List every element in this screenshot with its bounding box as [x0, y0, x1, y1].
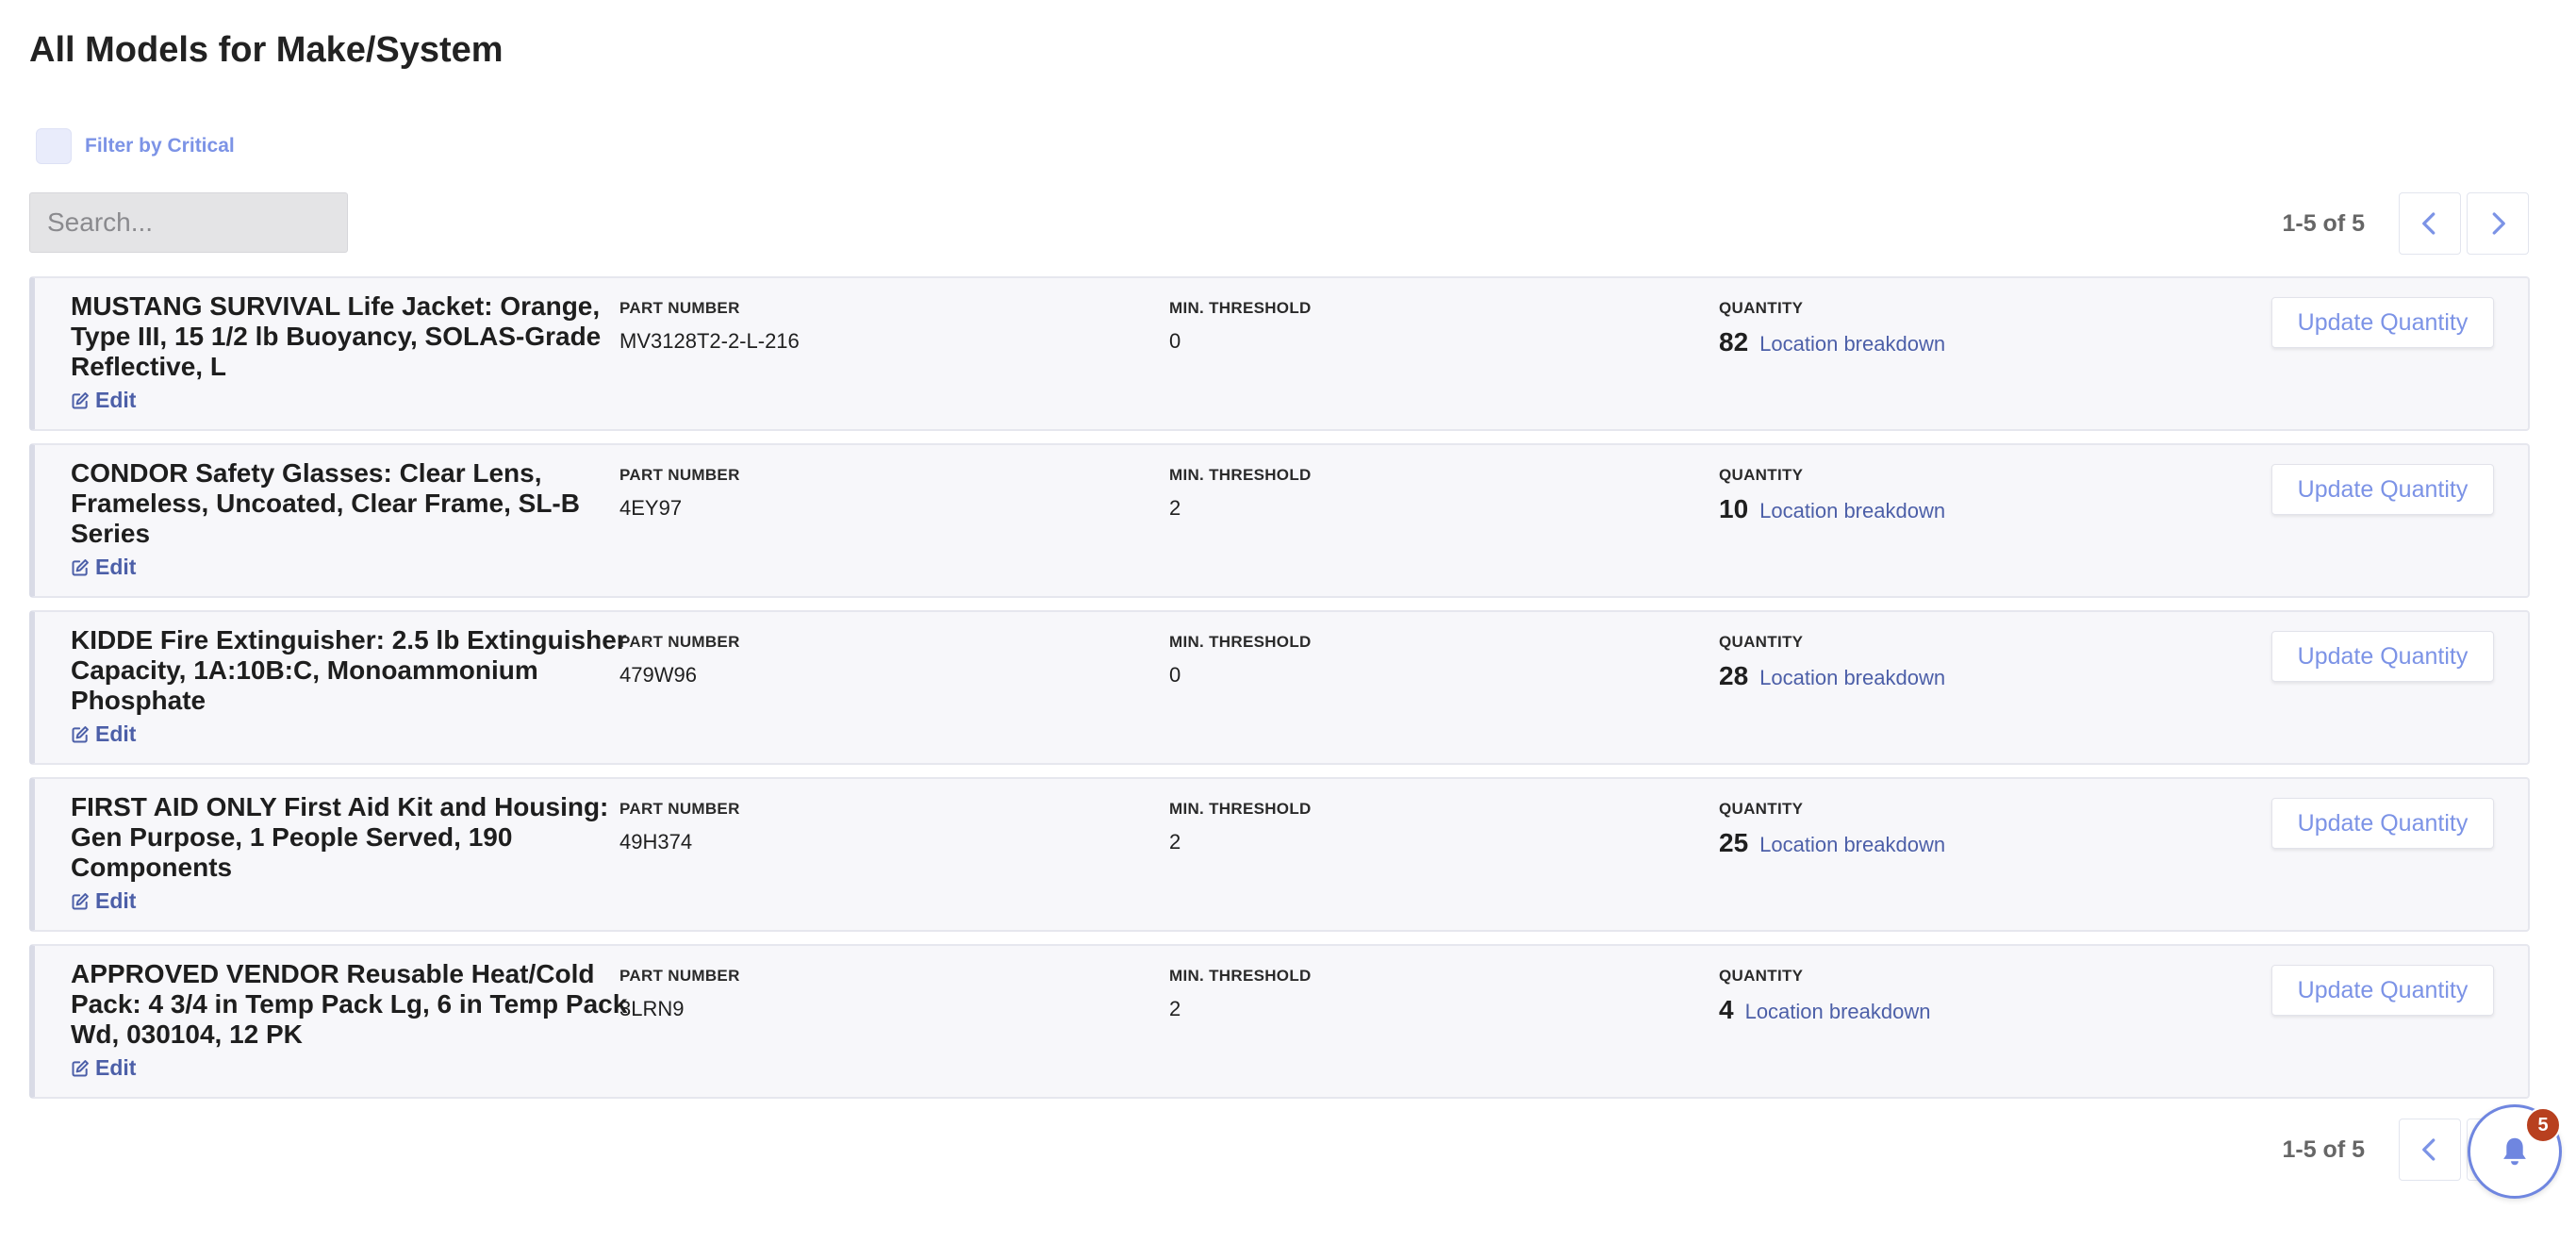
part-number-label: PART NUMBER — [619, 466, 740, 484]
part-number-column: PART NUMBER 3LRN9 — [619, 967, 740, 1021]
filter-critical-label[interactable]: Filter by Critical — [85, 135, 235, 157]
part-number-value: 4EY97 — [619, 496, 683, 520]
part-number-value: MV3128T2-2-L-216 — [619, 329, 800, 353]
min-threshold-column: MIN. THRESHOLD 2 — [1169, 800, 1312, 854]
min-threshold-column: MIN. THRESHOLD 2 — [1169, 967, 1312, 1021]
part-number-column: PART NUMBER 4EY97 — [619, 466, 740, 521]
list-item: CONDOR Safety Glasses: Clear Lens, Frame… — [29, 443, 2530, 598]
pagination-range: 1-5 of 5 — [2282, 209, 2365, 237]
location-breakdown-link[interactable]: Location breakdown — [1759, 666, 1945, 690]
item-name: FIRST AID ONLY First Aid Kit and Housing… — [71, 792, 609, 882]
update-quantity-button[interactable]: Update Quantity — [2271, 631, 2494, 682]
part-number-value: 479W96 — [619, 663, 697, 687]
prev-page-button-bottom[interactable] — [2399, 1119, 2461, 1181]
update-quantity-button[interactable]: Update Quantity — [2271, 464, 2494, 515]
part-number-column: PART NUMBER MV3128T2-2-L-216 — [619, 299, 800, 354]
edit-label[interactable]: Edit — [95, 388, 136, 413]
edit-label[interactable]: Edit — [95, 721, 136, 747]
quantity-label: QUANTITY — [1719, 967, 1804, 985]
quantity-column: QUANTITY 82 Location breakdown — [1719, 299, 1945, 357]
update-quantity-button[interactable]: Update Quantity — [2271, 965, 2494, 1016]
part-number-value: 49H374 — [619, 830, 693, 854]
prev-page-button[interactable] — [2399, 192, 2461, 255]
quantity-value: 82 — [1719, 327, 1749, 356]
item-name: MUSTANG SURVIVAL Life Jacket: Orange, Ty… — [71, 291, 602, 381]
edit-link[interactable]: Edit — [71, 388, 136, 413]
page-title: All Models for Make/System — [29, 30, 504, 70]
filter-critical-toggle[interactable]: Filter by Critical — [36, 128, 235, 164]
quantity-value: 4 — [1719, 995, 1734, 1024]
parts-list: MUSTANG SURVIVAL Life Jacket: Orange, Ty… — [29, 276, 2530, 1111]
chevron-right-icon — [2492, 212, 2505, 235]
edit-link[interactable]: Edit — [71, 555, 136, 580]
notification-count-badge: 5 — [2525, 1107, 2561, 1143]
quantity-column: QUANTITY 28 Location breakdown — [1719, 633, 1945, 691]
min-threshold-column: MIN. THRESHOLD 2 — [1169, 466, 1312, 521]
list-item: MUSTANG SURVIVAL Life Jacket: Orange, Ty… — [29, 276, 2530, 431]
part-number-column: PART NUMBER 479W96 — [619, 633, 740, 688]
pagination-top: 1-5 of 5 — [2282, 192, 2529, 255]
min-threshold-value: 2 — [1169, 997, 1181, 1020]
pagination-range-bottom: 1-5 of 5 — [2282, 1135, 2365, 1163]
edit-link[interactable]: Edit — [71, 721, 136, 747]
list-item: FIRST AID ONLY First Aid Kit and Housing… — [29, 777, 2530, 932]
edit-label[interactable]: Edit — [95, 1055, 136, 1081]
edit-label[interactable]: Edit — [95, 888, 136, 914]
edit-icon — [72, 391, 89, 408]
part-number-label: PART NUMBER — [619, 800, 740, 818]
min-threshold-value: 2 — [1169, 496, 1181, 520]
min-threshold-column: MIN. THRESHOLD 0 — [1169, 299, 1312, 354]
min-threshold-value: 2 — [1169, 830, 1181, 854]
part-number-label: PART NUMBER — [619, 967, 740, 985]
min-threshold-label: MIN. THRESHOLD — [1169, 633, 1312, 651]
edit-link[interactable]: Edit — [71, 1055, 136, 1081]
quantity-value: 28 — [1719, 661, 1749, 690]
min-threshold-value: 0 — [1169, 663, 1181, 687]
quantity-column: QUANTITY 4 Location breakdown — [1719, 967, 1931, 1025]
bell-icon — [2503, 1137, 2526, 1166]
edit-icon — [72, 1059, 89, 1076]
list-item: KIDDE Fire Extinguisher: 2.5 lb Extingui… — [29, 610, 2530, 765]
quantity-label: QUANTITY — [1719, 633, 1804, 651]
edit-icon — [72, 725, 89, 742]
min-threshold-label: MIN. THRESHOLD — [1169, 466, 1312, 484]
min-threshold-value: 0 — [1169, 329, 1181, 353]
quantity-column: QUANTITY 25 Location breakdown — [1719, 800, 1945, 858]
quantity-value: 25 — [1719, 828, 1749, 857]
min-threshold-column: MIN. THRESHOLD 0 — [1169, 633, 1312, 688]
quantity-column: QUANTITY 10 Location breakdown — [1719, 466, 1945, 524]
item-name: KIDDE Fire Extinguisher: 2.5 lb Extingui… — [71, 625, 627, 715]
edit-link[interactable]: Edit — [71, 888, 136, 914]
part-number-value: 3LRN9 — [619, 997, 685, 1020]
list-item: APPROVED VENDOR Reusable Heat/Cold Pack:… — [29, 944, 2530, 1099]
edit-label[interactable]: Edit — [95, 555, 136, 580]
quantity-value: 10 — [1719, 494, 1749, 523]
min-threshold-label: MIN. THRESHOLD — [1169, 967, 1312, 985]
quantity-label: QUANTITY — [1719, 466, 1804, 484]
filter-critical-checkbox[interactable] — [36, 128, 72, 164]
edit-icon — [72, 892, 89, 909]
location-breakdown-link[interactable]: Location breakdown — [1759, 499, 1945, 523]
location-breakdown-link[interactable]: Location breakdown — [1745, 1000, 1931, 1024]
search-input[interactable] — [29, 192, 348, 253]
min-threshold-label: MIN. THRESHOLD — [1169, 800, 1312, 818]
update-quantity-button[interactable]: Update Quantity — [2271, 297, 2494, 348]
min-threshold-label: MIN. THRESHOLD — [1169, 299, 1312, 317]
location-breakdown-link[interactable]: Location breakdown — [1759, 332, 1945, 356]
part-number-column: PART NUMBER 49H374 — [619, 800, 740, 854]
part-number-label: PART NUMBER — [619, 633, 740, 651]
update-quantity-button[interactable]: Update Quantity — [2271, 798, 2494, 849]
location-breakdown-link[interactable]: Location breakdown — [1759, 833, 1945, 857]
edit-icon — [72, 558, 89, 575]
quantity-label: QUANTITY — [1719, 299, 1804, 317]
quantity-label: QUANTITY — [1719, 800, 1804, 818]
chevron-left-icon — [2422, 1138, 2436, 1161]
next-page-button[interactable] — [2467, 192, 2529, 255]
item-name: APPROVED VENDOR Reusable Heat/Cold Pack:… — [71, 959, 628, 1049]
chevron-left-icon — [2422, 212, 2436, 235]
item-name: CONDOR Safety Glasses: Clear Lens, Frame… — [71, 458, 580, 548]
part-number-label: PART NUMBER — [619, 299, 740, 317]
